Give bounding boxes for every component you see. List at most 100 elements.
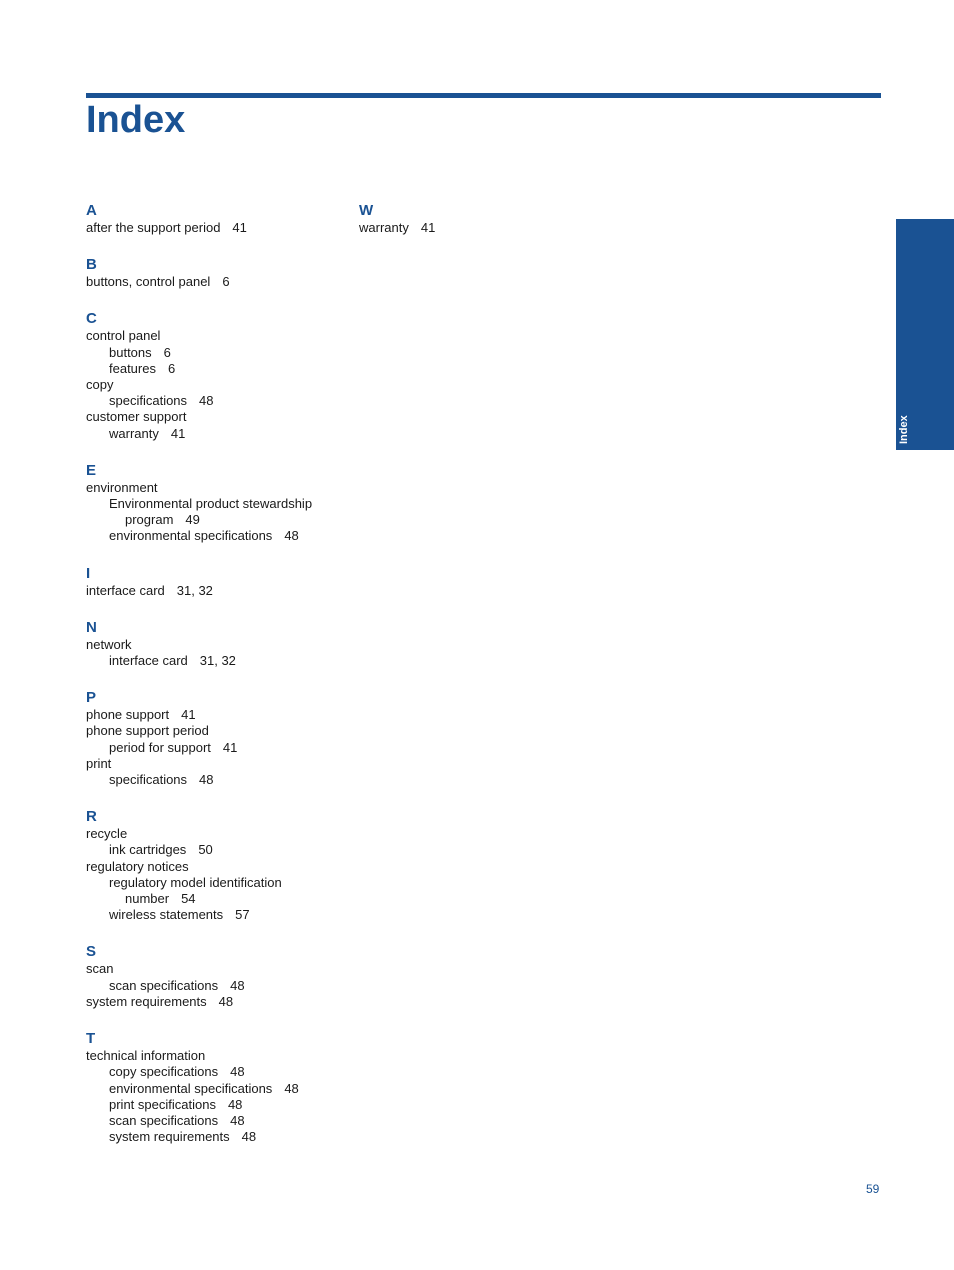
index-entry: scan bbox=[86, 961, 346, 977]
entry-term: warranty bbox=[109, 425, 159, 441]
entry-term: control panel bbox=[86, 328, 161, 344]
index-entry: print bbox=[86, 756, 346, 772]
entry-term: regulatory model identification bbox=[109, 874, 282, 890]
index-entry: phone support period bbox=[86, 723, 346, 739]
section-letter: I bbox=[86, 564, 91, 582]
index-entry: scan specifications 48 bbox=[86, 978, 346, 994]
entry-term: interface card bbox=[109, 653, 188, 669]
title-rule bbox=[86, 93, 881, 98]
index-section-c: Ccontrol panel buttons 6 features 6 copy speci… bbox=[86, 310, 346, 441]
entry-page-ref[interactable]: 50 bbox=[198, 842, 212, 857]
index-entry: technical information bbox=[86, 1048, 346, 1064]
section-letter: W bbox=[359, 202, 374, 219]
entry-term: recycle bbox=[86, 826, 128, 842]
entry-term: copy specifications bbox=[109, 1064, 219, 1080]
entry-term: buttons bbox=[109, 344, 152, 360]
entry-term: scan specifications bbox=[109, 977, 219, 993]
entry-page-ref[interactable]: 31, 32 bbox=[177, 583, 213, 598]
entry-term: print specifications bbox=[109, 1096, 216, 1112]
entry-page-ref[interactable]: 48 bbox=[219, 994, 233, 1009]
entry-page-ref[interactable]: 6 bbox=[222, 274, 229, 289]
index-entry: network bbox=[86, 637, 346, 653]
index-entry: copy bbox=[86, 377, 346, 393]
page-number: 59 bbox=[866, 1182, 880, 1196]
entry-term: interface card bbox=[86, 582, 165, 598]
entry-term: features bbox=[109, 360, 156, 376]
entry-term: number bbox=[125, 891, 170, 907]
entry-page-ref[interactable]: 48 bbox=[199, 772, 213, 787]
index-section-e: Eenvironment Environmental product stewar… bbox=[86, 462, 346, 545]
entry-term: phone support period bbox=[86, 723, 209, 739]
index-entry: control panel bbox=[86, 328, 346, 344]
index-entry: print specifications 48 bbox=[86, 1097, 346, 1113]
index-section-a: Aafter the support period 41 bbox=[86, 202, 346, 236]
entry-term: scan specifications bbox=[109, 1112, 219, 1128]
entry-term: specifications bbox=[109, 393, 188, 409]
entry-page-ref[interactable]: 41 bbox=[421, 220, 435, 235]
entry-term: specifications bbox=[109, 772, 188, 788]
index-entry: copy specifications 48 bbox=[86, 1064, 346, 1080]
section-letter: A bbox=[86, 202, 97, 219]
entry-page-ref[interactable]: 57 bbox=[235, 907, 249, 922]
entry-term: environmental specifications bbox=[109, 1080, 273, 1096]
index-entry: Environmental product stewardship bbox=[86, 496, 346, 512]
section-letter: P bbox=[86, 689, 97, 707]
entry-page-ref[interactable]: 48 bbox=[230, 978, 244, 993]
index-section-r: Rrecycle ink cartridges 50 regulatory notic… bbox=[86, 808, 346, 923]
entry-term: regulatory notices bbox=[86, 858, 189, 874]
entry-term: phone support bbox=[86, 707, 170, 723]
entry-term: network bbox=[86, 636, 132, 652]
entry-page-ref[interactable]: 48 bbox=[284, 1081, 298, 1096]
index-entry: period for support 41 bbox=[86, 740, 346, 756]
entry-page-ref[interactable]: 41 bbox=[181, 707, 195, 722]
entry-term: program bbox=[125, 512, 174, 528]
index-entry: after the support period 41 bbox=[86, 220, 346, 236]
entry-page-ref[interactable]: 48 bbox=[242, 1129, 256, 1144]
index-column-right: Wwarranty 41 bbox=[359, 202, 619, 256]
entry-page-ref[interactable]: 48 bbox=[230, 1113, 244, 1128]
index-entry: environment bbox=[86, 480, 346, 496]
entry-page-ref[interactable]: 41 bbox=[171, 426, 185, 441]
index-entry: program 49 bbox=[86, 512, 346, 528]
entry-page-ref[interactable]: 48 bbox=[199, 393, 213, 408]
index-section-p: Pphone support 41 phone support period peri… bbox=[86, 689, 346, 788]
section-letter: R bbox=[86, 808, 97, 826]
entry-page-ref[interactable]: 31, 32 bbox=[200, 653, 236, 668]
entry-term: ink cartridges bbox=[109, 842, 187, 858]
index-section-t: Ttechnical information copy specification… bbox=[86, 1030, 346, 1145]
entry-page-ref[interactable]: 54 bbox=[181, 891, 195, 906]
index-entry: specifications 48 bbox=[86, 393, 346, 409]
index-entry: buttons, control panel 6 bbox=[86, 274, 346, 290]
index-entry: regulatory model identification bbox=[86, 875, 346, 891]
index-section-i: Iinterface card 31, 32 bbox=[86, 565, 346, 599]
index-entry: buttons 6 bbox=[86, 345, 346, 361]
section-letter: C bbox=[86, 310, 97, 328]
entry-page-ref[interactable]: 48 bbox=[284, 528, 298, 543]
index-entry: wireless statements 57 bbox=[86, 907, 346, 923]
entry-page-ref[interactable]: 41 bbox=[232, 220, 246, 235]
index-section-n: Nnetwork interface card 31, 32 bbox=[86, 619, 346, 669]
index-entry: interface card 31, 32 bbox=[86, 583, 346, 599]
entry-term: warranty bbox=[359, 220, 409, 235]
page-title: Index bbox=[86, 99, 186, 141]
index-entry: interface card 31, 32 bbox=[86, 653, 346, 669]
entry-term: copy bbox=[86, 377, 114, 393]
index-entry: phone support 41 bbox=[86, 707, 346, 723]
entry-term: technical information bbox=[86, 1048, 206, 1064]
entry-page-ref[interactable]: 6 bbox=[168, 361, 175, 376]
entry-page-ref[interactable]: 6 bbox=[164, 345, 171, 360]
entry-term: environmental specifications bbox=[109, 528, 273, 544]
section-letter: T bbox=[86, 1030, 96, 1048]
entry-page-ref[interactable]: 49 bbox=[185, 512, 199, 527]
entry-term: system requirements bbox=[86, 993, 207, 1009]
entry-page-ref[interactable]: 48 bbox=[228, 1097, 242, 1112]
section-letter: S bbox=[86, 943, 97, 961]
entry-term: Environmental product stewardship bbox=[109, 496, 313, 512]
entry-term: customer support bbox=[86, 409, 187, 425]
entry-page-ref[interactable]: 41 bbox=[223, 740, 237, 755]
entry-term: environment bbox=[86, 479, 158, 495]
entry-page-ref[interactable]: 48 bbox=[230, 1064, 244, 1079]
entry-term: wireless statements bbox=[109, 907, 224, 923]
entry-term: print bbox=[86, 755, 112, 771]
section-letter: B bbox=[86, 256, 97, 274]
